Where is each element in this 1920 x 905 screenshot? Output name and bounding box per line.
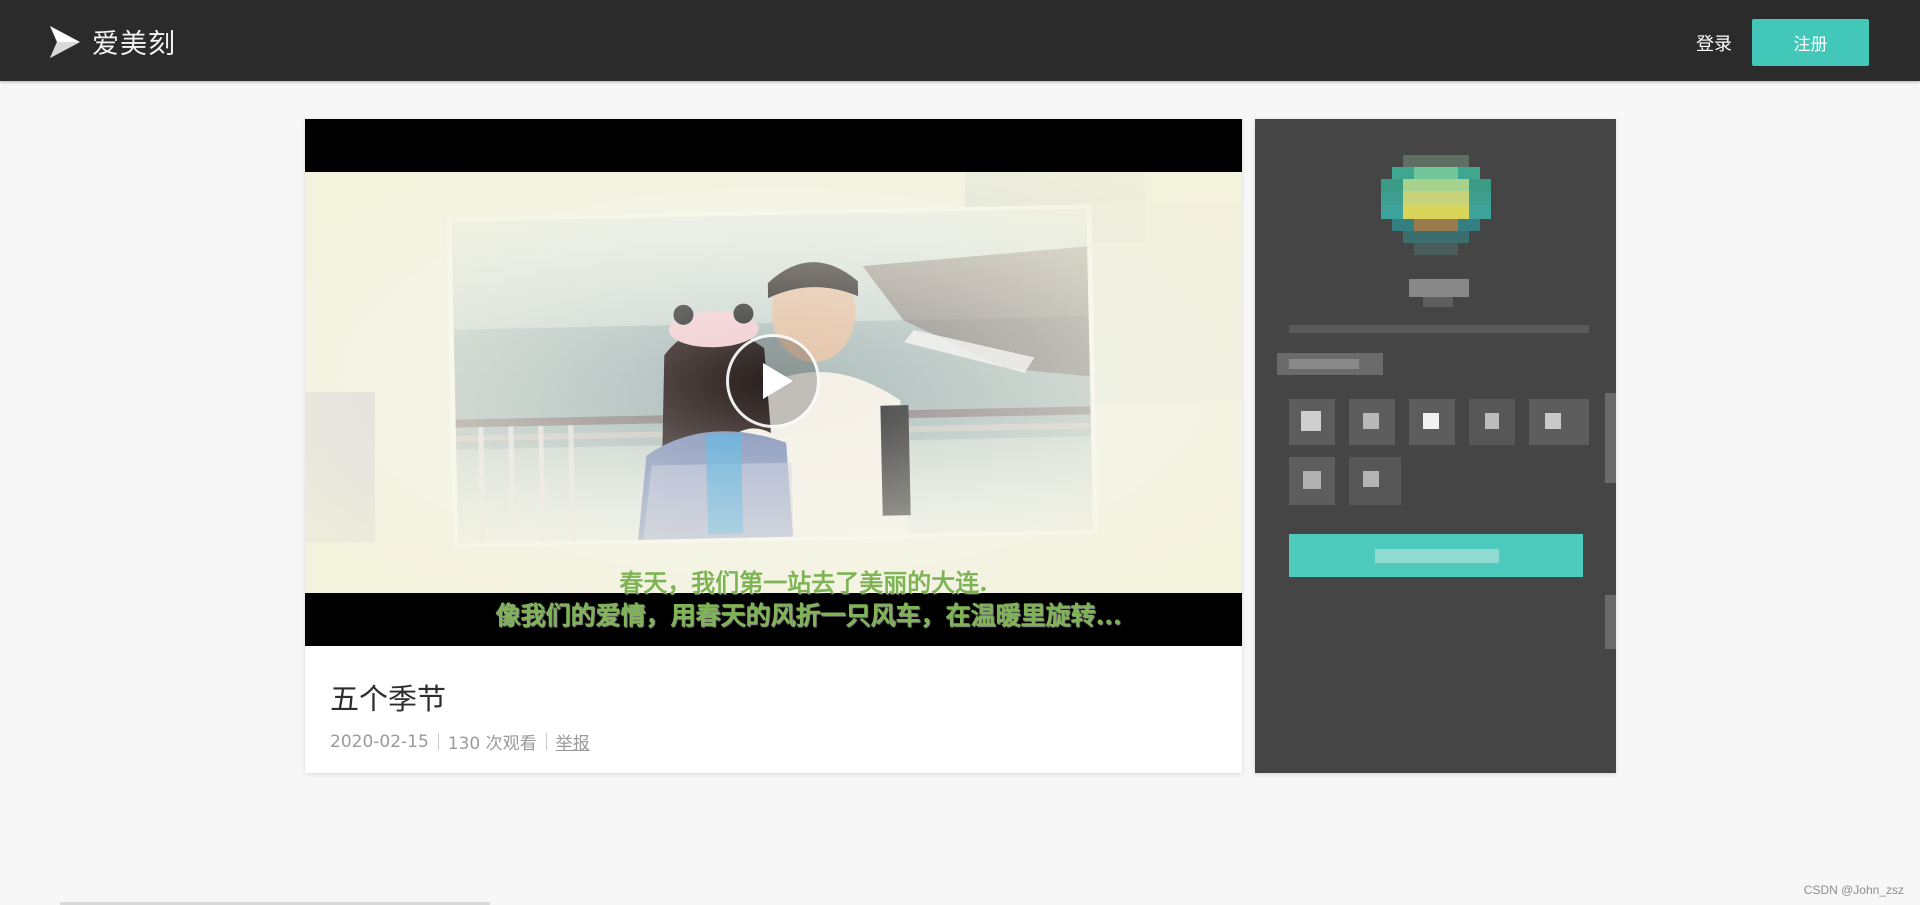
divider xyxy=(437,733,439,750)
video-player[interactable]: 春天，我们第一站去了美丽的大连. 像我们的爱情，用春天的风折一只风车，在温暖里旋… xyxy=(305,119,1242,646)
register-button[interactable]: 注册 xyxy=(1752,19,1869,66)
divider xyxy=(545,733,547,750)
watermark: CSDN @John_zsz xyxy=(1803,883,1904,897)
subtitle-line-2: 像我们的爱情，用春天的风折一只风车，在温暖里旋转... xyxy=(495,601,1122,630)
section-label-pixelated xyxy=(1289,359,1359,369)
work-thumbnail-pixelated xyxy=(1303,471,1321,489)
author-bio-pixelated xyxy=(1289,325,1589,333)
video-title: 五个季节 xyxy=(330,682,447,716)
video-card: 春天，我们第一站去了美丽的大连. 像我们的爱情，用春天的风折一只风车，在温暖里旋… xyxy=(305,119,1242,773)
publish-date: 2020-02-15 xyxy=(330,731,429,752)
work-thumbnail-pixelated xyxy=(1485,413,1499,429)
video-info: 五个季节 2020-02-15 130 次观看 举报 xyxy=(305,646,1242,773)
avatar-pixelated-image xyxy=(1381,155,1491,255)
play-icon xyxy=(763,363,793,399)
avatar[interactable] xyxy=(1381,155,1491,265)
report-link[interactable]: 举报 xyxy=(556,729,590,754)
follow-button-label-pixelated xyxy=(1375,549,1499,563)
brand[interactable]: 爱美刻 xyxy=(48,22,176,61)
subtitle-line-1: 春天，我们第一站去了美丽的大连. xyxy=(619,568,988,597)
top-navigation-bar: 爱美刻 登录 注册 xyxy=(0,0,1920,81)
author-name-pixelated xyxy=(1409,279,1469,297)
work-thumbnail-pixelated xyxy=(1423,413,1439,429)
auth-actions: 登录 注册 xyxy=(1696,19,1869,66)
panel-edge-fragment xyxy=(1605,595,1616,649)
work-thumbnail-pixelated xyxy=(1363,413,1379,429)
brand-logo-icon xyxy=(48,24,82,60)
play-button[interactable] xyxy=(726,334,820,428)
work-thumbnail-pixelated xyxy=(1301,411,1321,431)
panel-edge-fragment xyxy=(1605,393,1616,483)
author-name-pixelated xyxy=(1423,297,1453,307)
login-link[interactable]: 登录 xyxy=(1696,30,1732,56)
work-thumbnail-pixelated xyxy=(1363,471,1379,487)
brand-name: 爱美刻 xyxy=(92,29,176,60)
view-count: 130 次观看 xyxy=(447,734,537,754)
author-side-panel xyxy=(1255,119,1616,773)
work-thumbnail-pixelated xyxy=(1545,413,1561,429)
video-meta: 2020-02-15 130 次观看 举报 xyxy=(330,729,1217,755)
